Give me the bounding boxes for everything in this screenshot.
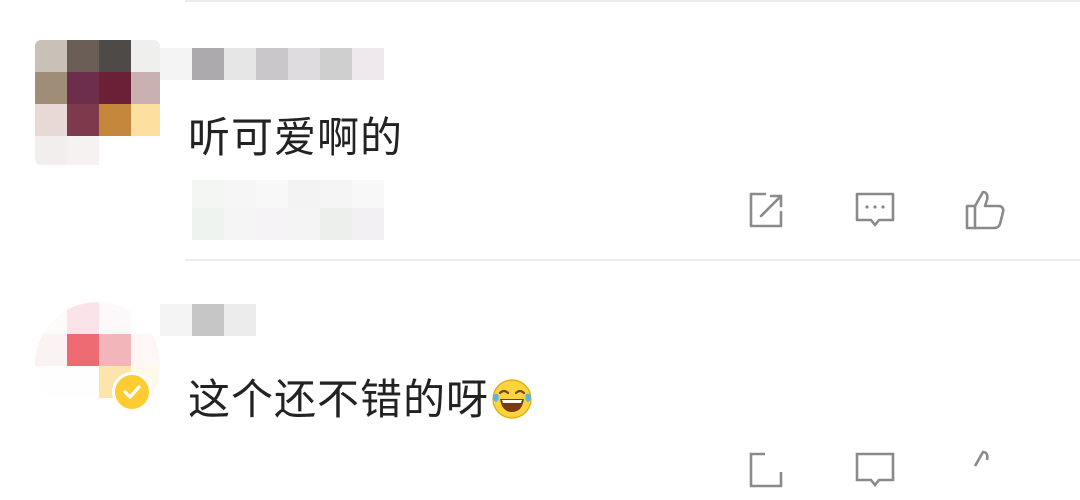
reply-button[interactable] xyxy=(820,440,930,500)
like-icon xyxy=(965,190,1005,230)
like-button[interactable] xyxy=(930,440,1040,500)
reply-button[interactable] xyxy=(820,180,930,240)
comment-item: 听可爱啊的 xyxy=(0,0,1080,262)
share-button[interactable] xyxy=(710,440,820,500)
comment-text: 听可爱啊的 xyxy=(188,113,404,162)
laughing-crying-emoji xyxy=(491,378,533,420)
avatar[interactable] xyxy=(35,40,160,165)
comment-meta-2 xyxy=(192,208,384,240)
username[interactable] xyxy=(160,48,384,80)
verified-badge xyxy=(112,372,152,412)
share-icon xyxy=(749,452,783,488)
comment-icon xyxy=(855,452,895,488)
like-icon xyxy=(973,450,989,467)
comment-actions xyxy=(710,440,1040,500)
like-button[interactable] xyxy=(930,180,1040,240)
comment-icon xyxy=(855,192,895,227)
username[interactable] xyxy=(160,304,256,336)
share-icon xyxy=(749,192,783,228)
share-button[interactable] xyxy=(710,180,820,240)
comment-text: 这个还不错的呀 xyxy=(188,366,533,427)
comment-divider xyxy=(185,259,1080,261)
comment-actions xyxy=(710,180,1040,240)
comment-text-content: 这个还不错的呀 xyxy=(188,375,490,424)
comment-item: 这个还不错的呀 xyxy=(0,262,1080,488)
check-icon xyxy=(123,385,141,399)
